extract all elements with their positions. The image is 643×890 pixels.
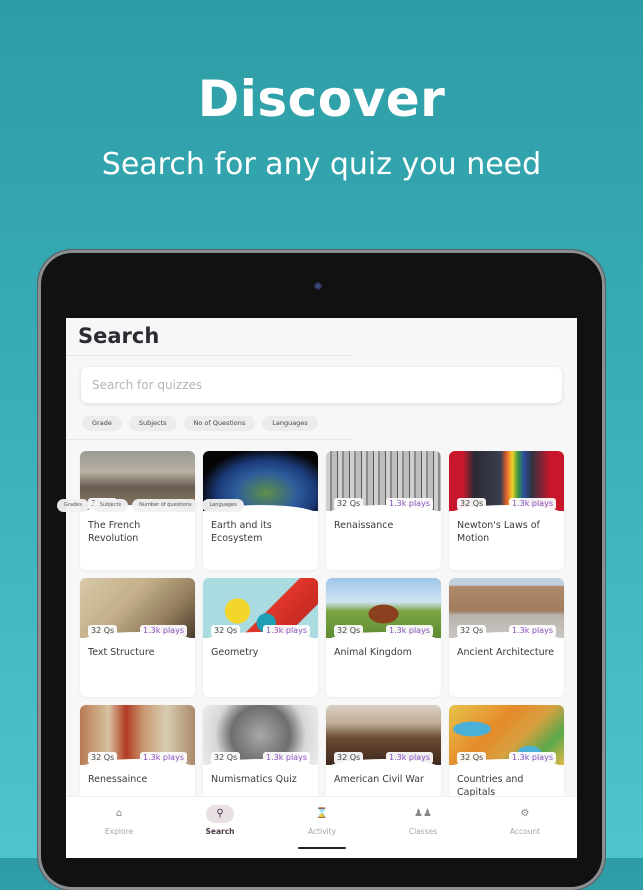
gear-icon: ⚙	[520, 808, 530, 819]
overlay-filter-languages[interactable]: Languages	[202, 499, 244, 512]
quiz-title: Numismatics Quiz	[211, 774, 297, 785]
quiz-title: Earth and its Ecosystem	[211, 520, 272, 544]
quiz-title: Animal Kingdom	[334, 647, 412, 658]
people-icon: ♟♟	[414, 808, 432, 819]
plays-badge: 1.3k plays	[139, 625, 187, 637]
quiz-card[interactable]: 32 Qs 1.3k plays Renaissance	[326, 451, 441, 570]
overlay-filter-questions[interactable]: Number of questions	[132, 499, 199, 512]
home-indicator[interactable]	[298, 847, 346, 849]
page-title: Search	[78, 324, 160, 348]
nav-label: Account	[509, 827, 541, 836]
plays-badge: 1.3k plays	[508, 625, 556, 637]
question-count-badge: 32 Qs	[457, 752, 487, 764]
hero-title: Discover	[197, 70, 446, 128]
quiz-title: The French Revolution	[88, 520, 141, 544]
plays-badge: 1.3k plays	[385, 498, 433, 510]
overlay-filter-grades[interactable]: Grades	[57, 499, 89, 512]
search-input[interactable]	[90, 377, 562, 393]
plays-badge: 1.3k plays	[139, 752, 187, 764]
divider	[66, 355, 351, 356]
nav-activity[interactable]: ⌛ Activity	[282, 805, 362, 836]
bottom-nav: ⌂ Explore ⚲ Search ⌛ Activity ♟♟ Classes…	[66, 796, 577, 858]
quiz-card[interactable]: 32 Qs 1.3k plays Ancient Architecture	[449, 578, 564, 697]
nav-search[interactable]: ⚲ Search	[180, 805, 260, 836]
question-count-badge: 32 Qs	[88, 752, 118, 764]
plays-badge: 1.3k plays	[262, 625, 310, 637]
quiz-card[interactable]: 32 Qs 1.3k plays Text Structure	[80, 578, 195, 697]
nav-label: Activity	[307, 827, 337, 836]
quiz-title: American Civil War	[334, 774, 424, 785]
question-count-badge: 32 Qs	[334, 498, 364, 510]
search-field[interactable]	[81, 367, 562, 403]
question-count-badge: 32 Qs	[211, 752, 241, 764]
nav-explore[interactable]: ⌂ Explore	[79, 805, 159, 836]
filter-bar: Grade Subjects No of Questions Languages	[82, 416, 318, 431]
quiz-title: Renaissance	[334, 520, 394, 531]
nav-label: Search	[205, 827, 235, 836]
plays-badge: 1.3k plays	[508, 752, 556, 764]
home-icon: ⌂	[115, 808, 123, 819]
quiz-title: Text Structure	[88, 647, 155, 658]
nav-label: Classes	[408, 827, 438, 836]
hero-subtitle: Search for any quiz you need	[101, 147, 542, 182]
hourglass-icon: ⌛	[315, 808, 329, 819]
quiz-title: Newton's Laws of Motion	[457, 520, 540, 544]
question-count-badge: 32 Qs	[334, 752, 364, 764]
divider	[66, 439, 351, 440]
quiz-title: Ancient Architecture	[457, 647, 555, 658]
question-count-badge: 32 Qs	[334, 625, 364, 637]
question-count-badge: 32 Qs	[88, 625, 118, 637]
quiz-card[interactable]: 32 Qs 1.3k plays Geometry	[203, 578, 318, 697]
nav-label: Explore	[104, 827, 134, 836]
overlay-filter-chips: Grades Subjects Number of questions Lang…	[57, 499, 244, 512]
nav-account[interactable]: ⚙ Account	[485, 805, 565, 836]
plays-badge: 1.3k plays	[262, 752, 310, 764]
quiz-title: Geometry	[211, 647, 259, 658]
nav-classes[interactable]: ♟♟ Classes	[383, 805, 463, 836]
plays-badge: 1.3k plays	[385, 752, 433, 764]
quiz-card[interactable]: 32 Qs 1.3k plays Newton's Laws of Motion	[449, 451, 564, 570]
filter-grade[interactable]: Grade	[82, 416, 122, 431]
question-count-badge: 32 Qs	[457, 498, 487, 510]
question-count-badge: 32 Qs	[211, 625, 241, 637]
app-screen: Search Grade Subjects No of Questions La…	[66, 318, 577, 858]
quiz-card[interactable]: 32 Qs 1.3k plays Animal Kingdom	[326, 578, 441, 697]
filter-questions[interactable]: No of Questions	[183, 416, 256, 431]
quiz-title: Renessaince	[88, 774, 148, 785]
plays-badge: 1.3k plays	[508, 498, 556, 510]
filter-subjects[interactable]: Subjects	[128, 416, 177, 431]
overlay-filter-subjects[interactable]: Subjects	[92, 499, 129, 512]
plays-badge: 1.3k plays	[385, 625, 433, 637]
search-icon: ⚲	[206, 805, 234, 823]
question-count-badge: 32 Qs	[457, 625, 487, 637]
camera-icon	[314, 282, 322, 290]
filter-languages[interactable]: Languages	[262, 416, 318, 431]
